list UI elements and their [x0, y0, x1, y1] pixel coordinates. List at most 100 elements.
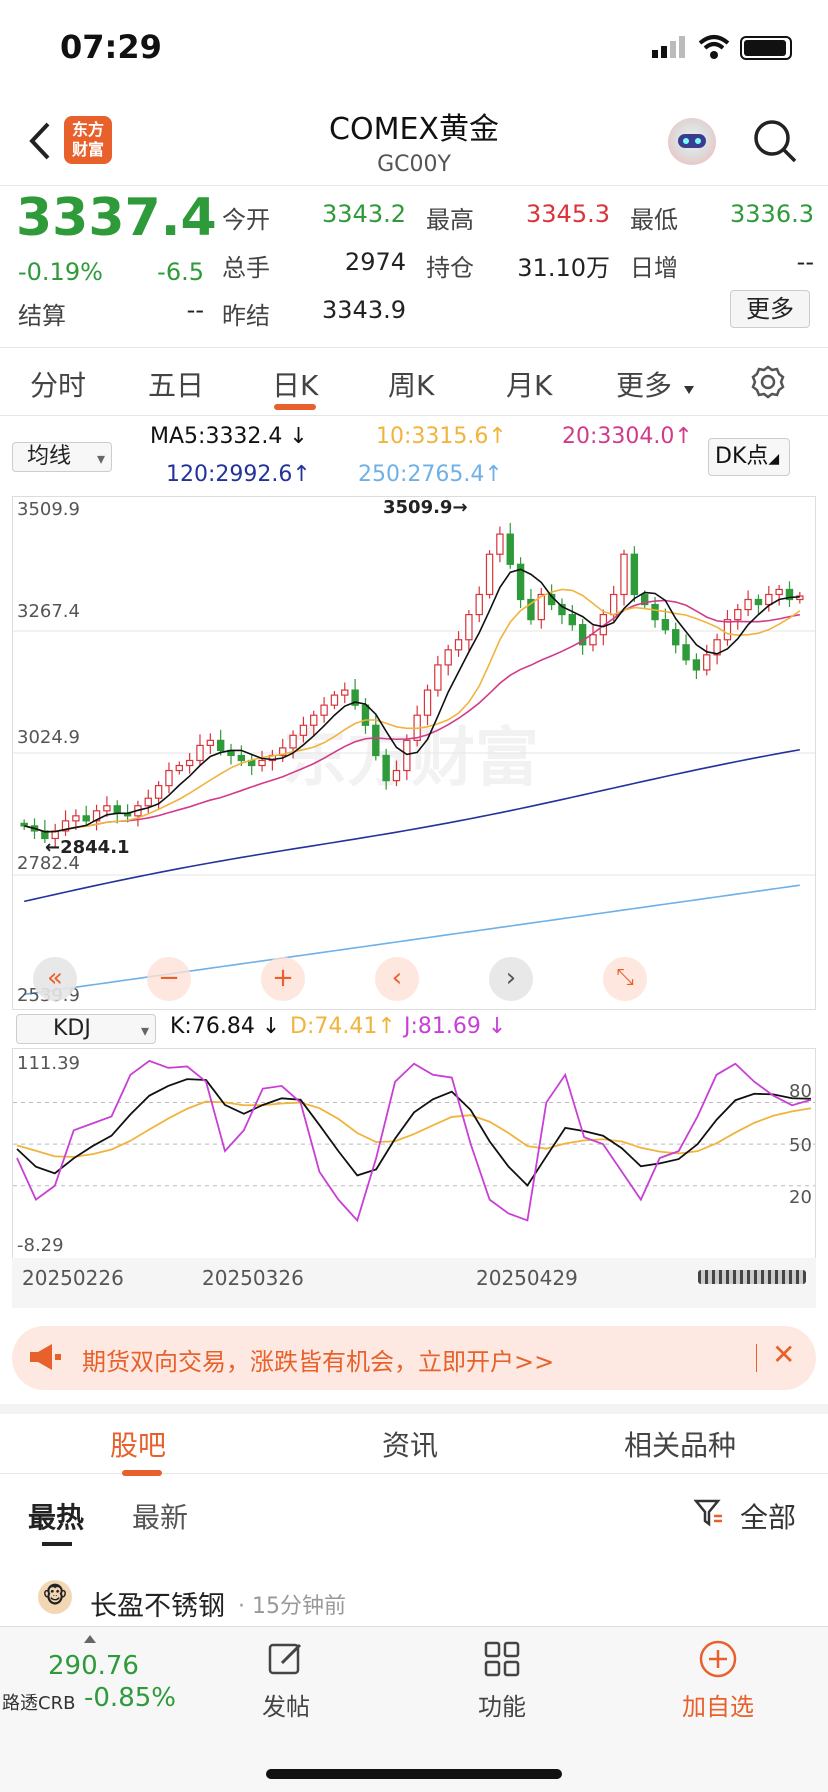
up-caret-icon — [84, 1635, 96, 1643]
prev-settle-value: 3343.9 — [322, 296, 406, 324]
dk-point-button[interactable]: DK点◢ — [708, 438, 790, 476]
ma5-value: MA5:3332.4 — [150, 424, 283, 449]
settle-label: 结算 — [18, 302, 66, 330]
candle-body-40 — [434, 664, 442, 691]
content-tabs: 股吧 资讯 相关品种 — [0, 1404, 828, 1476]
subtab-hot[interactable]: 最热 — [28, 1496, 84, 1536]
zoom-out-button[interactable]: − — [147, 957, 191, 1001]
timeline-scroll-indicator[interactable] — [698, 1270, 806, 1284]
candle-body-37 — [403, 739, 411, 772]
high-label: 最高 — [426, 206, 474, 234]
candle-body-6 — [82, 815, 90, 822]
kdj-j-label: J:81.69 ↓ — [404, 1014, 507, 1039]
filter-all[interactable]: 全部 — [740, 1496, 796, 1536]
quote-panel: 3337.4 -0.19% -6.5 结算 -- 今开 3343.2 最高 33… — [0, 186, 828, 348]
hot-indicator — [42, 1542, 72, 1546]
candlestick-plot — [13, 523, 815, 996]
post-time: · 15分钟前 — [238, 1594, 346, 1619]
candle-body-35 — [382, 754, 390, 782]
candle-body-14 — [165, 769, 173, 787]
zoom-in-button[interactable]: + — [261, 957, 305, 1001]
candle-body-71 — [754, 598, 763, 606]
candle-body-5 — [72, 815, 80, 822]
function-label: 功能 — [478, 1693, 526, 1721]
open-interest-value: 31.10万 — [517, 254, 610, 282]
candle-body-9 — [113, 805, 121, 814]
daily-change-value: -- — [796, 248, 814, 276]
tab-daily-k[interactable]: 日K — [272, 364, 318, 404]
ma10-label: 10:3315.6↑ — [376, 424, 507, 449]
kdj-chart[interactable]: 111.39 -8.29 80 50 20 — [12, 1048, 816, 1258]
max-price-label: 3509.9 — [383, 497, 453, 518]
index-name: 路透CRB — [2, 1693, 76, 1714]
ma10-value: 10:3315.6 — [376, 424, 489, 449]
ma20-line — [23, 599, 800, 833]
candle-body-28 — [310, 714, 318, 726]
candle-body-19 — [216, 739, 225, 752]
banner-divider — [756, 1344, 757, 1372]
kline-chart[interactable]: 东方财富 3509.9 3267.4 3024.9 2782.4 2539.9 … — [12, 496, 816, 1010]
fullscreen-icon[interactable]: ⤡ — [603, 957, 647, 1001]
candle-body-15 — [175, 764, 184, 772]
rewind-button[interactable]: « — [33, 957, 77, 1001]
tab-forum[interactable]: 股吧 — [110, 1424, 166, 1464]
tab-intraday[interactable]: 分时 — [30, 364, 86, 404]
kdj-level-80: 80 — [789, 1081, 812, 1102]
close-icon[interactable]: ✕ — [772, 1338, 795, 1371]
candle-body-13 — [154, 785, 163, 799]
candle-body-18 — [206, 739, 215, 747]
post-button[interactable]: 发帖 — [256, 1639, 316, 1723]
post-username[interactable]: 长盈不锈钢 — [90, 1584, 225, 1623]
function-button[interactable]: 功能 — [472, 1639, 532, 1723]
candle-body-36 — [392, 769, 401, 782]
megaphone-icon — [30, 1344, 61, 1370]
candle-body-8 — [103, 805, 111, 812]
ma5-label: MA5:3332.4 ↓ — [150, 424, 308, 449]
candle-body-31 — [341, 689, 349, 696]
tab-five-day[interactable]: 五日 — [148, 364, 204, 404]
tab-weekly-k[interactable]: 周K — [388, 364, 434, 404]
candle-body-53 — [568, 613, 577, 626]
candle-body-66 — [703, 654, 711, 671]
add-watchlist-button[interactable]: 加自选 — [676, 1639, 760, 1723]
candle-body-73 — [775, 588, 783, 596]
kdj-k-value: K:76.84 — [170, 1014, 255, 1039]
candle-body-72 — [765, 593, 773, 606]
index-change: -0.85% — [84, 1683, 176, 1713]
candle-body-21 — [237, 754, 246, 762]
y-tick-2: 3024.9 — [17, 727, 80, 748]
search-icon[interactable] — [752, 118, 798, 164]
open-label: 今开 — [222, 206, 270, 234]
dk-point-label: DK点 — [715, 444, 769, 469]
candle-body-63 — [672, 629, 680, 646]
candle-body-41 — [444, 649, 452, 666]
kdj-y-bottom: -8.29 — [17, 1235, 64, 1256]
more-button[interactable]: 更多 — [730, 290, 810, 328]
tab-news[interactable]: 资讯 — [382, 1424, 438, 1464]
forum-tab-indicator — [122, 1470, 162, 1476]
tab-related[interactable]: 相关品种 — [624, 1424, 736, 1464]
indicator-select[interactable]: 均线 — [12, 442, 112, 473]
index-value: 290.76 — [48, 1651, 139, 1681]
period-tabs: 分时 五日 日K 周K 月K 更多 — [0, 350, 828, 416]
candle-body-45 — [485, 553, 494, 596]
promo-banner[interactable]: 期货双向交易，涨跌皆有机会，立即开户>> ✕ — [12, 1326, 816, 1390]
tab-more[interactable]: 更多 — [616, 364, 672, 404]
subtab-new[interactable]: 最新 — [132, 1496, 188, 1536]
wifi-icon — [698, 35, 730, 59]
ma20-value: 20:3304.0 — [562, 424, 675, 449]
gear-icon[interactable] — [750, 364, 786, 400]
candle-body-43 — [465, 613, 473, 641]
kdj-select[interactable]: KDJ — [16, 1014, 156, 1045]
next-button[interactable]: › — [489, 957, 533, 1001]
candle-body-27 — [299, 724, 308, 736]
open-interest-label: 持仓 — [426, 254, 474, 282]
last-price: 3337.4 — [16, 188, 217, 248]
tab-monthly-k[interactable]: 月K — [506, 364, 552, 404]
candle-body-44 — [475, 593, 483, 616]
robot-assistant-icon[interactable] — [668, 118, 716, 166]
prev-button[interactable]: ‹ — [375, 957, 419, 1001]
kdj-level-50: 50 — [789, 1135, 812, 1156]
date-label-2: 20250326 — [202, 1266, 304, 1290]
kdj-y-top: 111.39 — [17, 1053, 80, 1074]
